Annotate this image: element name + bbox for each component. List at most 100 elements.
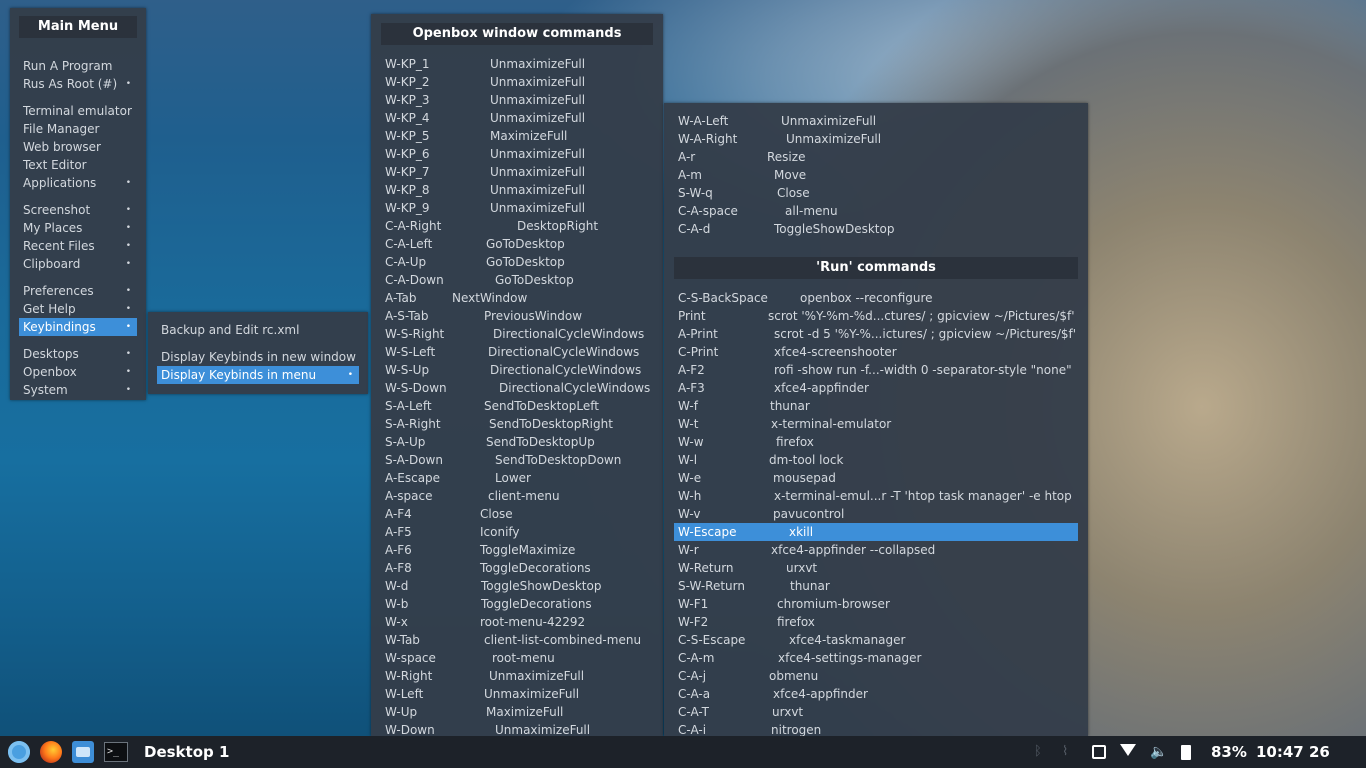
keybind-row[interactable]: A-Print scrot -d 5 '%Y-%...ictures/ ; gpi… [674, 325, 1078, 343]
clip-icon[interactable]: ⌇ [1062, 744, 1076, 760]
keybind-row[interactable]: W-f thunar [674, 397, 1078, 415]
bluetooth-icon[interactable]: ᛒ [1034, 744, 1048, 760]
terminal-icon[interactable]: >_ [104, 742, 128, 762]
keybind-row[interactable]: W-S-Left DirectionalCycleWindows [385, 343, 653, 361]
keybind-row[interactable]: S-A-Right SendToDesktopRight [385, 415, 653, 433]
clock[interactable]: 10:47 26 Aug [1256, 736, 1366, 768]
keybind-row[interactable]: C-Print xfce4-screenshooter [674, 343, 1078, 361]
main-menu-item-system[interactable]: System • [19, 381, 137, 399]
keybind-row[interactable]: W-A-Left UnmaximizeFull [678, 112, 1078, 130]
main-menu-item-web-browser[interactable]: Web browser [19, 138, 137, 156]
start-menu-icon[interactable] [8, 741, 30, 763]
keybind-row[interactable]: A-Escape Lower [385, 469, 653, 487]
keybind-row[interactable]: W-r xfce4-appfinder --collapsed [674, 541, 1078, 559]
keybind-row[interactable]: W-F1 chromium-browser [674, 595, 1078, 613]
keybind-row[interactable]: W-Return urxvt [674, 559, 1078, 577]
main-menu-item-screenshot[interactable]: Screenshot • [19, 201, 137, 219]
main-menu-item-clipboard[interactable]: Clipboard • [19, 255, 137, 273]
keybind-row-selected[interactable]: W-Escape xkill [674, 523, 1078, 541]
keybind-row[interactable]: W-d ToggleShowDesktop [385, 577, 653, 595]
main-menu-item-rus-as-root[interactable]: Rus As Root (#) • [19, 75, 137, 93]
keybind-row[interactable]: A-F4 Close [385, 505, 653, 523]
main-menu-item-recent-files[interactable]: Recent Files • [19, 237, 137, 255]
main-menu-item-openbox[interactable]: Openbox • [19, 363, 137, 381]
keybind-row[interactable]: W-KP_8 UnmaximizeFull [385, 181, 653, 199]
keybind-row[interactable]: W-w firefox [674, 433, 1078, 451]
display-keybinds-window-item[interactable]: Display Keybinds in new window [157, 348, 359, 366]
keybind-row[interactable]: W-l dm-tool lock [674, 451, 1078, 469]
keybind-row[interactable]: A-S-Tab PreviousWindow [385, 307, 653, 325]
keybind-row[interactable]: C-A-Up GoToDesktop [385, 253, 653, 271]
keybind-row[interactable]: W-KP_3 UnmaximizeFull [385, 91, 653, 109]
main-menu-item-run-a-program[interactable]: Run A Program [19, 57, 137, 75]
keybind-row[interactable]: S-W-Return thunar [674, 577, 1078, 595]
file-manager-icon[interactable] [72, 741, 94, 763]
main-menu-item-desktops[interactable]: Desktops • [19, 345, 137, 363]
volume-icon[interactable]: 🔈 [1150, 744, 1167, 760]
main-menu-item-get-help[interactable]: Get Help • [19, 300, 137, 318]
keybind-row[interactable]: A-F2 rofi -show run -f...-width 0 -separa… [674, 361, 1078, 379]
terminal-tray-icon[interactable] [1092, 745, 1106, 759]
keybind-row[interactable]: C-A-Right DesktopRight [385, 217, 653, 235]
main-menu-item-keybindings[interactable]: Keybindings • [19, 318, 137, 336]
battery-icon[interactable] [1181, 745, 1191, 760]
main-menu-item-text-editor[interactable]: Text Editor [19, 156, 137, 174]
keybind-row[interactable]: C-A-m xfce4-settings-manager [674, 649, 1078, 667]
keybind-row[interactable]: C-A-space all-menu [678, 202, 1078, 220]
keybind-row[interactable]: W-Tab client-list-combined-menu [385, 631, 653, 649]
keybind-row[interactable]: A-Tab NextWindow [385, 289, 653, 307]
main-menu-item-applications[interactable]: Applications • [19, 174, 137, 192]
keybind-row[interactable]: A-m Move [678, 166, 1078, 184]
keybind-row[interactable]: W-KP_9 UnmaximizeFull [385, 199, 653, 217]
keybind-row[interactable]: W-KP_5 MaximizeFull [385, 127, 653, 145]
keybind-row[interactable]: A-F6 ToggleMaximize [385, 541, 653, 559]
keybind-row[interactable]: C-A-j obmenu [674, 667, 1078, 685]
main-menu-item-my-places[interactable]: My Places • [19, 219, 137, 237]
display-keybinds-menu-item[interactable]: Display Keybinds in menu • [157, 366, 359, 384]
main-menu-item-file-manager[interactable]: File Manager [19, 120, 137, 138]
firefox-icon[interactable] [40, 741, 62, 763]
keybind-row[interactable]: W-S-Up DirectionalCycleWindows [385, 361, 653, 379]
keybind-row[interactable]: C-A-T urxvt [674, 703, 1078, 721]
main-menu-item-terminal-emulator[interactable]: Terminal emulator [19, 102, 137, 120]
keybind-row[interactable]: S-W-q Close [678, 184, 1078, 202]
keybind-row[interactable]: Print scrot '%Y-%m-%d...ctures/ ; gpicvie… [674, 307, 1078, 325]
keybind-row[interactable]: W-F2 firefox [674, 613, 1078, 631]
keybind-row[interactable]: W-b ToggleDecorations [385, 595, 653, 613]
keybind-row[interactable]: C-S-Escape xfce4-taskmanager [674, 631, 1078, 649]
keybind-row[interactable]: A-r Resize [678, 148, 1078, 166]
keybind-row[interactable]: S-A-Up SendToDesktopUp [385, 433, 653, 451]
backup-edit-rcxml-item[interactable]: Backup and Edit rc.xml [157, 321, 359, 339]
keybind-row[interactable]: C-S-BackSpace openbox --reconfigure [674, 289, 1078, 307]
keybind-row[interactable]: C-A-a xfce4-appfinder [674, 685, 1078, 703]
keybind-row[interactable]: W-h x-terminal-emul...r -T 'htop task man… [674, 487, 1078, 505]
keybind-row[interactable]: W-KP_1 UnmaximizeFull [385, 55, 653, 73]
keybind-row[interactable]: W-S-Down DirectionalCycleWindows [385, 379, 653, 397]
keybind-row[interactable]: W-Up MaximizeFull [385, 703, 653, 721]
keybind-row[interactable]: A-space client-menu [385, 487, 653, 505]
keybind-row[interactable]: W-x root-menu-42292 [385, 613, 653, 631]
keybind-row[interactable]: C-A-Down GoToDesktop [385, 271, 653, 289]
desktop-label[interactable]: Desktop 1 [144, 736, 229, 768]
keybind-row[interactable]: W-v pavucontrol [674, 505, 1078, 523]
keybind-row[interactable]: W-A-Right UnmaximizeFull [678, 130, 1078, 148]
keybind-row[interactable]: W-Left UnmaximizeFull [385, 685, 653, 703]
wifi-icon[interactable] [1120, 744, 1136, 756]
keybind-row[interactable]: W-KP_4 UnmaximizeFull [385, 109, 653, 127]
keybind-row[interactable]: W-KP_7 UnmaximizeFull [385, 163, 653, 181]
keybind-row[interactable]: A-F5 Iconify [385, 523, 653, 541]
keybind-row[interactable]: W-KP_2 UnmaximizeFull [385, 73, 653, 91]
keybind-row[interactable]: W-space root-menu [385, 649, 653, 667]
keybind-row[interactable]: A-F8 ToggleDecorations [385, 559, 653, 577]
keybind-row[interactable]: S-A-Left SendToDesktopLeft [385, 397, 653, 415]
keybind-row[interactable]: W-t x-terminal-emulator [674, 415, 1078, 433]
keybind-row[interactable]: W-Right UnmaximizeFull [385, 667, 653, 685]
keybind-row[interactable]: C-A-d ToggleShowDesktop [678, 220, 1078, 238]
keybind-row[interactable]: W-KP_6 UnmaximizeFull [385, 145, 653, 163]
main-menu-item-preferences[interactable]: Preferences • [19, 282, 137, 300]
keybind-row[interactable]: S-A-Down SendToDesktopDown [385, 451, 653, 469]
keybind-row[interactable]: A-F3 xfce4-appfinder [674, 379, 1078, 397]
keybind-row[interactable]: C-A-Left GoToDesktop [385, 235, 653, 253]
keybind-row[interactable]: W-e mousepad [674, 469, 1078, 487]
keybind-row[interactable]: W-S-Right DirectionalCycleWindows [385, 325, 653, 343]
